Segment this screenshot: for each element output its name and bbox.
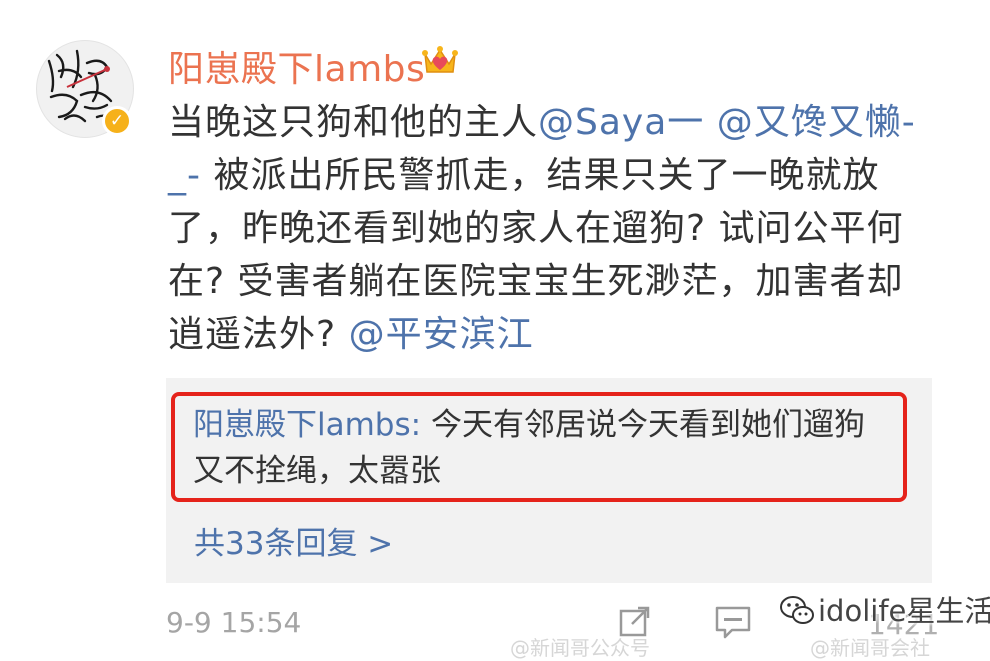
comment-icon[interactable]	[714, 604, 752, 640]
view-all-replies-link[interactable]: 共33条回复 >	[194, 518, 393, 563]
post-text: 当晚这只狗和他的主人@Saya一 @又馋又懒-_- 被派出所民警抓走，结果只关了…	[168, 96, 928, 361]
reply-username[interactable]: 阳崽殿下lambs:	[193, 407, 421, 443]
post-text-segment: 被派出所民警抓走，结果只关了一晚就放了，昨晚还看到她的家人在遛狗? 试问公平何在…	[168, 155, 904, 355]
highlighted-reply[interactable]: 阳崽殿下lambs: 今天有邻居说今天看到她们遛狗又不拴绳，太嚣张	[171, 392, 907, 502]
wechat-logo-icon	[780, 596, 814, 624]
post-text-segment	[704, 102, 716, 143]
mention-link[interactable]: @Saya一	[538, 102, 704, 143]
faint-watermark-left: @新闻哥公众号	[510, 636, 650, 660]
verified-badge-icon: ✓	[102, 106, 132, 136]
crown-heart-icon[interactable]	[420, 40, 460, 80]
post-text-segment: 当晚这只狗和他的主人	[168, 102, 539, 143]
watermark-text: idolife星生活	[818, 594, 990, 628]
post-username[interactable]: 阳崽殿下lambs	[168, 40, 425, 92]
mention-link[interactable]: @平安滨江	[349, 314, 534, 355]
post-timestamp: 9-9 15:54	[166, 606, 302, 639]
